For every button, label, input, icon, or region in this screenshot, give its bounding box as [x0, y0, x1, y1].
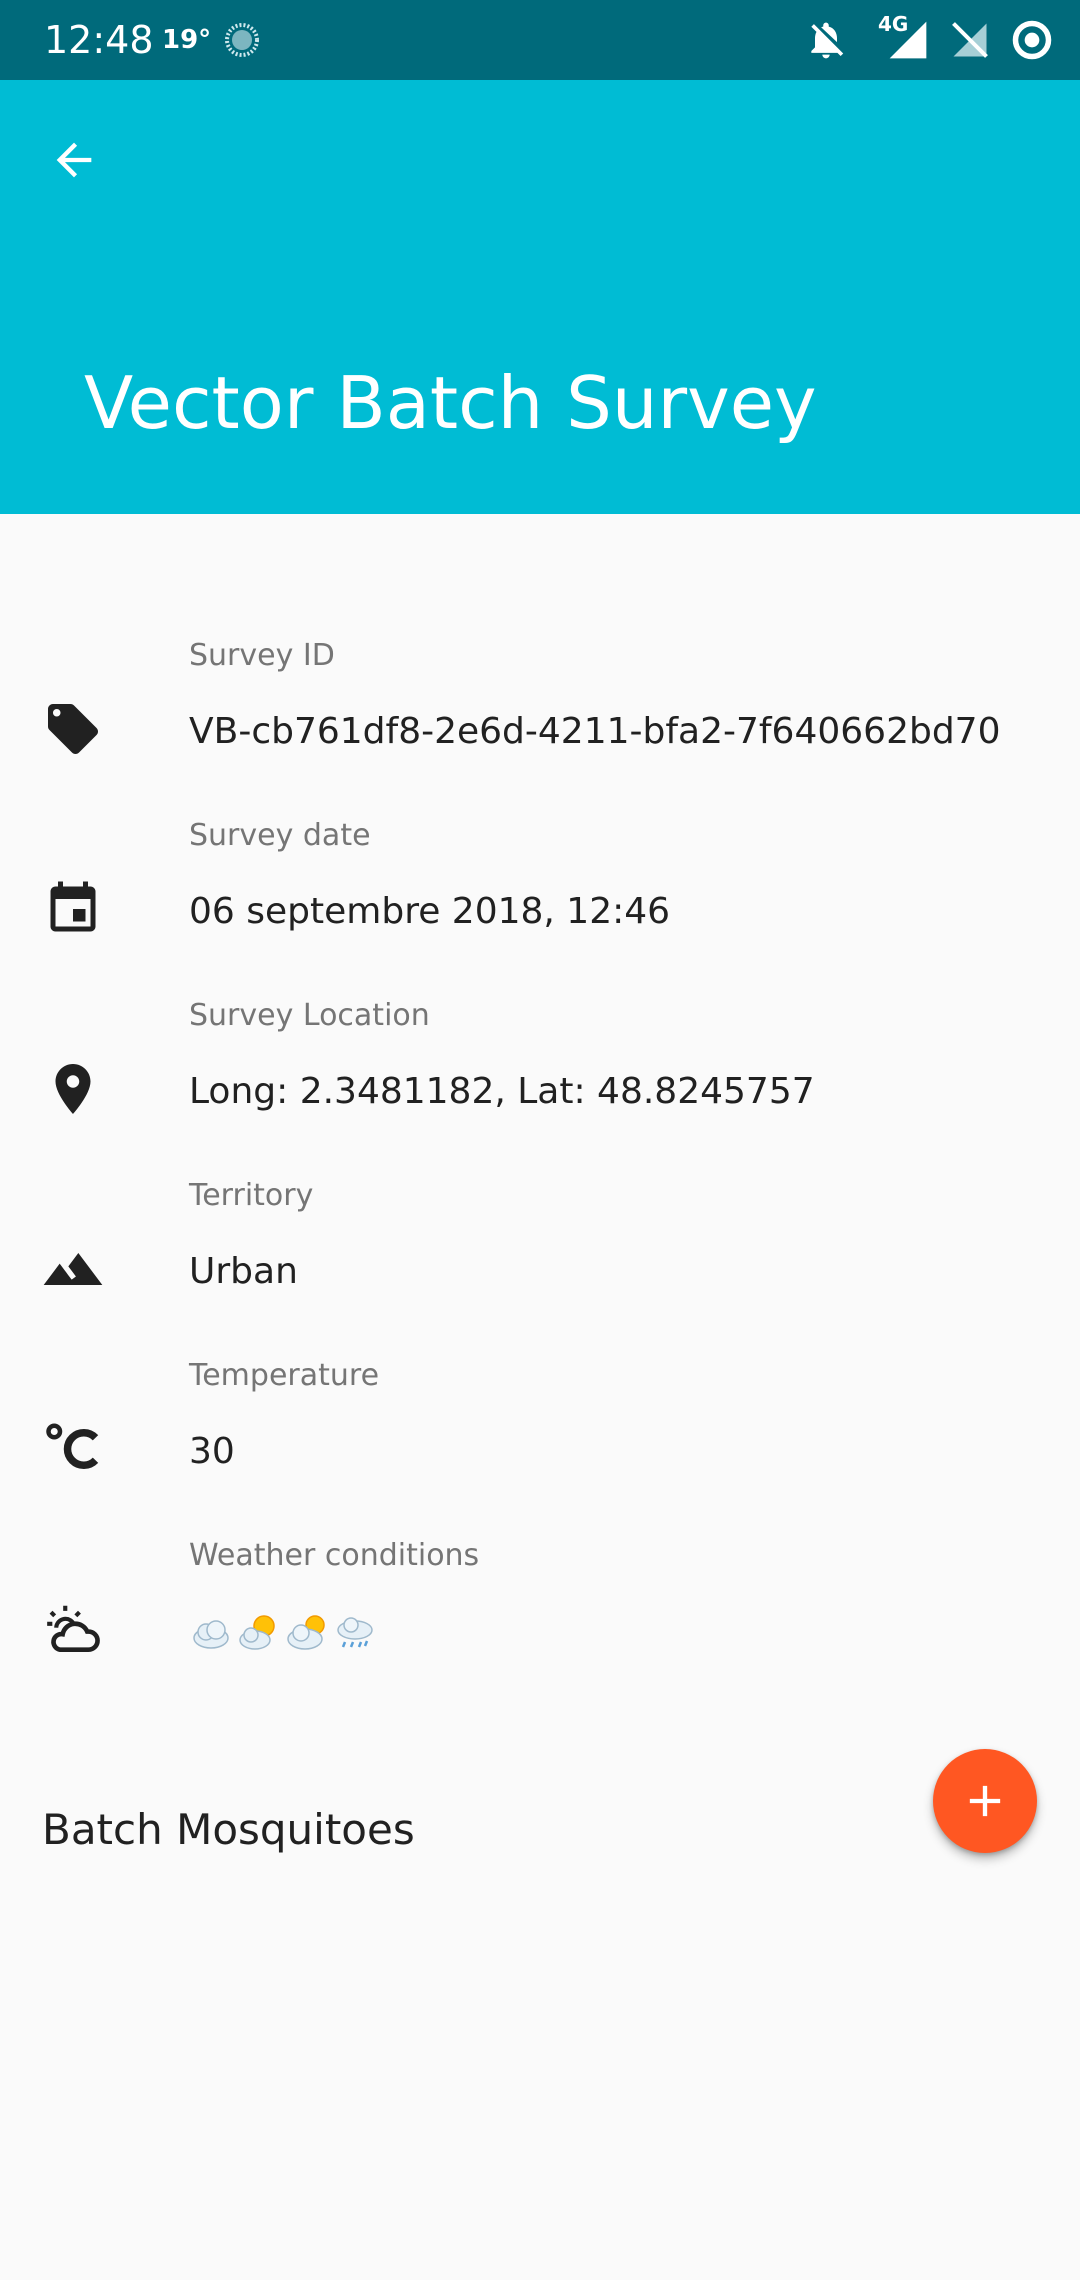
app-bar: Vector Batch Survey: [0, 80, 1080, 514]
terrain-icon: [38, 1234, 108, 1304]
status-icons: 4G: [804, 12, 1054, 62]
detail-label: Territory: [189, 1178, 314, 1213]
status-bar: 12:48 19° 4G: [0, 0, 1080, 80]
arrow-left-icon: [56, 142, 92, 178]
notifications-off-icon: [811, 22, 844, 59]
signal-indicator: 4G: [866, 12, 930, 62]
detail-value: 30: [189, 1431, 235, 1472]
celsius-icon: [38, 1414, 108, 1484]
cloud-icon: [193, 1620, 229, 1649]
detail-survey-location: Survey Location Long: 2.3481182, Lat: 48…: [0, 974, 1080, 1154]
survey-details: Survey ID VB-cb761df8-2e6d-4211-bfa2-7f6…: [0, 614, 1080, 1694]
detail-label: Weather conditions: [189, 1538, 480, 1573]
detail-value: Urban: [189, 1251, 298, 1292]
page-title: Vector Batch Survey: [84, 361, 817, 445]
screen: 12:48 19° 4G Vector Batch Survey Survey …: [0, 0, 1080, 2280]
location-pin-icon: [38, 1054, 108, 1124]
detail-survey-date: Survey date 06 septembre 2018, 12:46: [0, 794, 1080, 974]
detail-survey-id: Survey ID VB-cb761df8-2e6d-4211-bfa2-7f6…: [0, 614, 1080, 794]
detail-temperature: Temperature 30: [0, 1334, 1080, 1514]
calendar-icon: [38, 874, 108, 944]
signal-icon: [889, 21, 927, 59]
detail-territory: Territory Urban: [0, 1154, 1080, 1334]
detail-label: Survey ID: [189, 638, 335, 673]
rain-cloud-icon: [337, 1617, 373, 1648]
plus-icon: [969, 1785, 1001, 1817]
add-batch-button[interactable]: [933, 1749, 1037, 1853]
detail-value: 06 septembre 2018, 12:46: [189, 891, 671, 932]
weather-icon: [225, 23, 259, 57]
detail-label: Survey date: [189, 818, 371, 853]
status-temperature: 19°: [162, 25, 212, 55]
detail-weather-conditions: Weather conditions: [0, 1514, 1080, 1694]
detail-value: VB-cb761df8-2e6d-4211-bfa2-7f640662bd70: [189, 711, 1001, 752]
sync-icon: [1012, 20, 1052, 60]
detail-label: Temperature: [189, 1358, 380, 1393]
tag-icon: [38, 694, 108, 764]
weather-partly-cloudy-icon: [38, 1594, 108, 1664]
sun-behind-cloud-icon: [287, 1615, 325, 1650]
weather-conditions-list: [189, 1604, 377, 1660]
back-button[interactable]: [30, 116, 118, 204]
section-title-batch-mosquitoes: Batch Mosquitoes: [42, 1805, 415, 1854]
status-time: 12:48: [44, 18, 154, 62]
detail-value: Long: 2.3481182, Lat: 48.8245757: [189, 1071, 815, 1112]
detail-label: Survey Location: [189, 998, 430, 1033]
no-sim-icon: [952, 22, 988, 58]
sun-behind-cloud-icon: [239, 1615, 275, 1650]
